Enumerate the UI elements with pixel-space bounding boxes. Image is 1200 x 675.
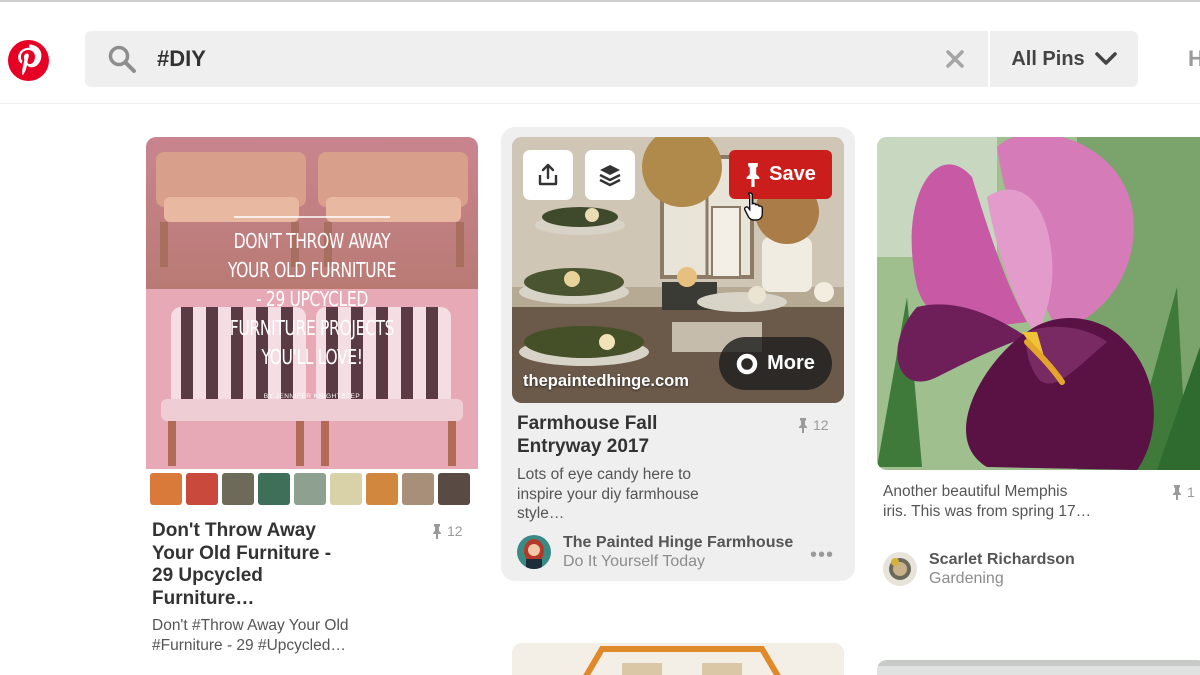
pin-overlay-text: DON'T THROW AWAY YOUR OLD FURNITURE - 29… (227, 229, 397, 369)
avatar[interactable] (517, 535, 551, 569)
pin-title[interactable]: Farmhouse Fall Entryway 2017 (517, 413, 717, 458)
pin-author[interactable]: Scarlet Richardson (929, 551, 1075, 569)
pin-board[interactable]: Gardening (929, 570, 1004, 588)
more-button[interactable]: More (719, 337, 832, 390)
pin-image-furniture[interactable]: DON'T THROW AWAY YOUR OLD FURNITURE - 29… (146, 137, 478, 509)
save-count-value: 12 (447, 523, 463, 539)
thumbnail (402, 473, 434, 505)
thumbnail (222, 473, 254, 505)
header: #DIY All Pins H (0, 2, 1200, 104)
filter-dropdown[interactable]: All Pins (990, 31, 1138, 87)
pin-domain-link[interactable]: thepaintedhinge.com (523, 372, 689, 391)
pin-save-count: 1 (1172, 484, 1195, 500)
pin-board[interactable]: Do It Yourself Today (563, 553, 705, 571)
filter-label: All Pins (1011, 47, 1085, 70)
share-button[interactable] (523, 150, 573, 200)
save-count-value: 12 (813, 417, 829, 433)
thumbnail (294, 473, 326, 505)
save-label: Save (769, 163, 816, 185)
layers-icon (599, 165, 621, 187)
thumbnail (150, 473, 182, 505)
pin-description: Another beautiful Memphis iris. This was… (883, 483, 1092, 520)
chevron-down-icon (1094, 52, 1117, 65)
thumbnail (366, 473, 398, 505)
more-label: More (767, 352, 815, 374)
pin-description: Lots of eye candy here to inspire your d… (517, 466, 699, 522)
search-bar[interactable]: #DIY All Pins (85, 31, 1138, 87)
nav-link-partial[interactable]: H (1188, 46, 1200, 72)
hand-cursor (743, 191, 766, 221)
pin-save-count: 12 (432, 523, 463, 539)
visual-search-button[interactable] (585, 150, 635, 200)
pin-icon (1173, 484, 1181, 500)
clear-icon[interactable] (945, 49, 965, 69)
pin-icon (746, 162, 760, 187)
pinterest-logo[interactable] (8, 40, 49, 81)
pin-image-partial[interactable] (877, 660, 1200, 675)
search-icon (107, 44, 137, 74)
thumbnail-strip (150, 473, 475, 505)
pin-title[interactable]: Don't Throw Away Your Old Furniture - 29… (152, 520, 352, 610)
pin-description: Don't #Throw Away Your Old #Furniture - … (152, 617, 349, 654)
pin-image-partial[interactable] (512, 643, 844, 675)
save-count-value: 1 (1187, 484, 1195, 500)
thumbnail (258, 473, 290, 505)
more-circle-icon (736, 353, 758, 374)
pin-author[interactable]: The Painted Hinge Farmhouse (563, 534, 793, 552)
avatar[interactable] (883, 552, 917, 586)
share-icon (538, 163, 558, 186)
pin-overlay-byline: BY JENNIFER KNIGHTSTEP (263, 393, 361, 400)
pin-icon (799, 417, 807, 433)
pin-icon (433, 523, 441, 539)
ellipsis-icon[interactable]: ••• (810, 544, 834, 567)
pin-save-count: 12 (798, 417, 829, 433)
search-input[interactable]: #DIY (157, 45, 206, 73)
pin-image-iris[interactable] (877, 137, 1200, 470)
thumbnail (438, 473, 470, 505)
thumbnail (186, 473, 218, 505)
thumbnail (330, 473, 362, 505)
